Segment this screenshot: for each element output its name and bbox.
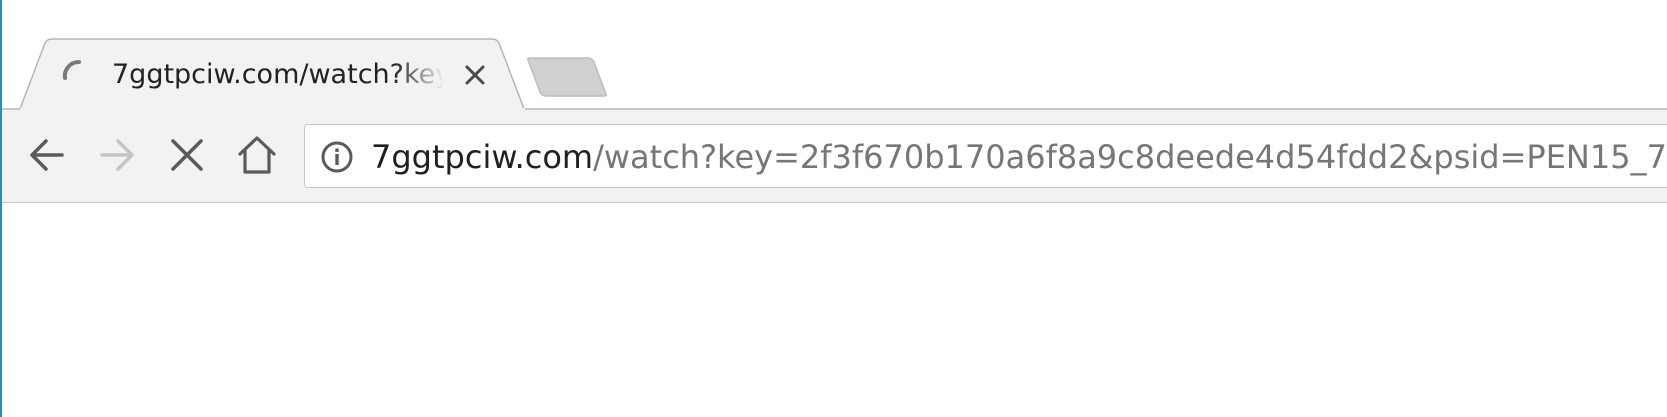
tab-strip-shapes (2, 38, 1667, 112)
home-button[interactable] (234, 132, 280, 178)
close-icon[interactable] (462, 62, 488, 88)
toolbar: 7ggtpciw.com/watch?key=2f3f670b170a6f8a9… (2, 110, 1667, 203)
url-text[interactable]: 7ggtpciw.com/watch?key=2f3f670b170a6f8a9… (371, 137, 1667, 177)
page-content (2, 203, 1667, 417)
back-button[interactable] (24, 132, 70, 178)
tab-strip: 7ggtpciw.com/watch?key=2f3f670b170a6f8a9… (2, 0, 1667, 112)
url-path: /watch?key=2f3f670b170a6f8a9c8deede4d54f… (593, 138, 1667, 176)
home-icon (238, 136, 276, 174)
new-tab-icon[interactable] (526, 56, 608, 98)
forward-button[interactable] (94, 132, 140, 178)
stop-icon (171, 139, 203, 171)
stop-button[interactable] (164, 132, 210, 178)
tab-title: 7ggtpciw.com/watch?key=2f3f670b170a6f8a9… (112, 59, 444, 90)
info-icon[interactable] (320, 140, 354, 174)
address-bar[interactable]: 7ggtpciw.com/watch?key=2f3f670b170a6f8a9… (304, 124, 1667, 188)
spinner-icon (62, 59, 81, 80)
arrow-right-icon (100, 139, 134, 171)
url-host: 7ggtpciw.com (371, 138, 594, 176)
arrow-left-icon (30, 139, 64, 171)
